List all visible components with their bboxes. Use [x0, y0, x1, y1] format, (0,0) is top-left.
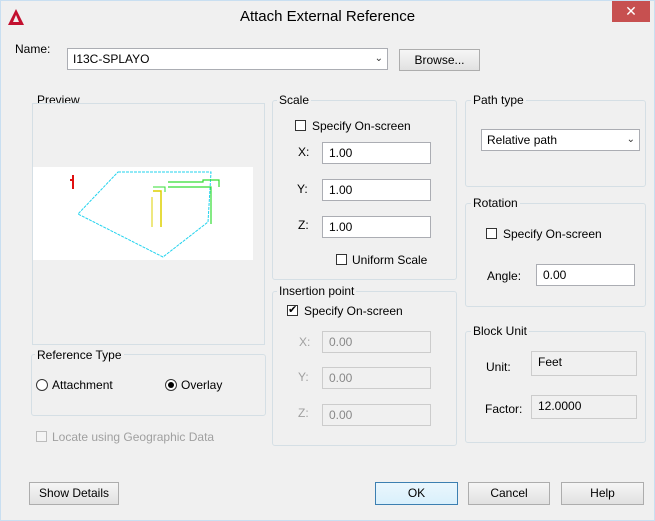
insertion-y-input[interactable]: 0.00: [322, 367, 431, 389]
insertion-x-input[interactable]: 0.00: [322, 331, 431, 353]
rotation-specify-checkbox[interactable]: [486, 228, 497, 239]
unit-value: Feet: [531, 351, 637, 376]
scale-x-label: X:: [298, 145, 310, 159]
block-unit-group: [465, 331, 646, 443]
unit-label: Unit:: [486, 360, 511, 374]
uniform-scale-checkbox[interactable]: [336, 254, 347, 265]
reference-type-label: Reference Type: [35, 348, 124, 362]
overlay-radio[interactable]: [165, 379, 177, 391]
geographic-label: Locate using Geographic Data: [52, 430, 215, 444]
factor-value: 12.0000: [531, 395, 637, 419]
close-button[interactable]: ✕: [612, 1, 650, 22]
block-unit-label: Block Unit: [471, 324, 530, 338]
scale-label: Scale: [277, 93, 312, 107]
rotation-group: [465, 203, 646, 307]
scale-y-input[interactable]: 1.00: [322, 179, 431, 201]
cancel-button[interactable]: Cancel: [468, 482, 550, 505]
preview-image: [33, 167, 253, 260]
name-value: I13C-SPLAYO: [73, 52, 150, 66]
uniform-scale-label[interactable]: Uniform Scale: [352, 253, 427, 267]
angle-label: Angle:: [487, 269, 522, 283]
insertion-y-label: Y:: [298, 370, 309, 384]
title-bar: Attach External Reference ✕: [1, 1, 654, 33]
scale-specify-label[interactable]: Specify On-screen: [312, 119, 411, 133]
overlay-label[interactable]: Overlay: [181, 378, 222, 392]
rotation-specify-label[interactable]: Specify On-screen: [503, 227, 602, 241]
scale-y-label: Y:: [297, 182, 308, 196]
attachment-radio[interactable]: [36, 379, 48, 391]
ok-button[interactable]: OK: [375, 482, 458, 505]
insertion-specify-checkbox[interactable]: [287, 303, 298, 316]
chevron-down-icon: ⌄: [626, 134, 635, 145]
help-button[interactable]: Help: [561, 482, 644, 505]
attach-xref-dialog: Attach External Reference ✕ Name: I13C-S…: [0, 0, 655, 521]
dialog-title: Attach External Reference: [239, 8, 416, 25]
show-details-button[interactable]: Show Details: [29, 482, 119, 505]
geographic-checkbox[interactable]: [36, 431, 47, 442]
path-type-value: Relative path: [487, 133, 558, 147]
attachment-label[interactable]: Attachment: [52, 378, 113, 392]
name-combo[interactable]: I13C-SPLAYO ⌄: [67, 48, 388, 70]
scale-x-input[interactable]: 1.00: [322, 142, 431, 164]
insertion-z-input[interactable]: 0.00: [322, 404, 431, 426]
angle-input[interactable]: 0.00: [536, 264, 635, 286]
scale-specify-checkbox[interactable]: [295, 120, 306, 131]
scale-z-input[interactable]: 1.00: [322, 216, 431, 238]
insertion-z-label: Z:: [298, 406, 309, 420]
browse-button[interactable]: Browse...: [399, 49, 480, 71]
chevron-down-icon: ⌄: [374, 53, 383, 64]
name-label: Name:: [15, 42, 51, 56]
insertion-point-label: Insertion point: [277, 284, 357, 298]
insertion-x-label: X:: [299, 335, 311, 349]
insertion-specify-label[interactable]: Specify On-screen: [304, 304, 403, 318]
path-type-label: Path type: [471, 93, 526, 107]
path-type-select[interactable]: Relative path ⌄: [481, 129, 640, 151]
factor-label: Factor:: [485, 402, 523, 416]
rotation-label: Rotation: [471, 196, 520, 210]
dialog-body: Name: I13C-SPLAYO ⌄ Browse... Preview Re…: [9, 33, 646, 513]
close-icon: ✕: [625, 3, 637, 19]
scale-z-label: Z:: [298, 218, 309, 232]
